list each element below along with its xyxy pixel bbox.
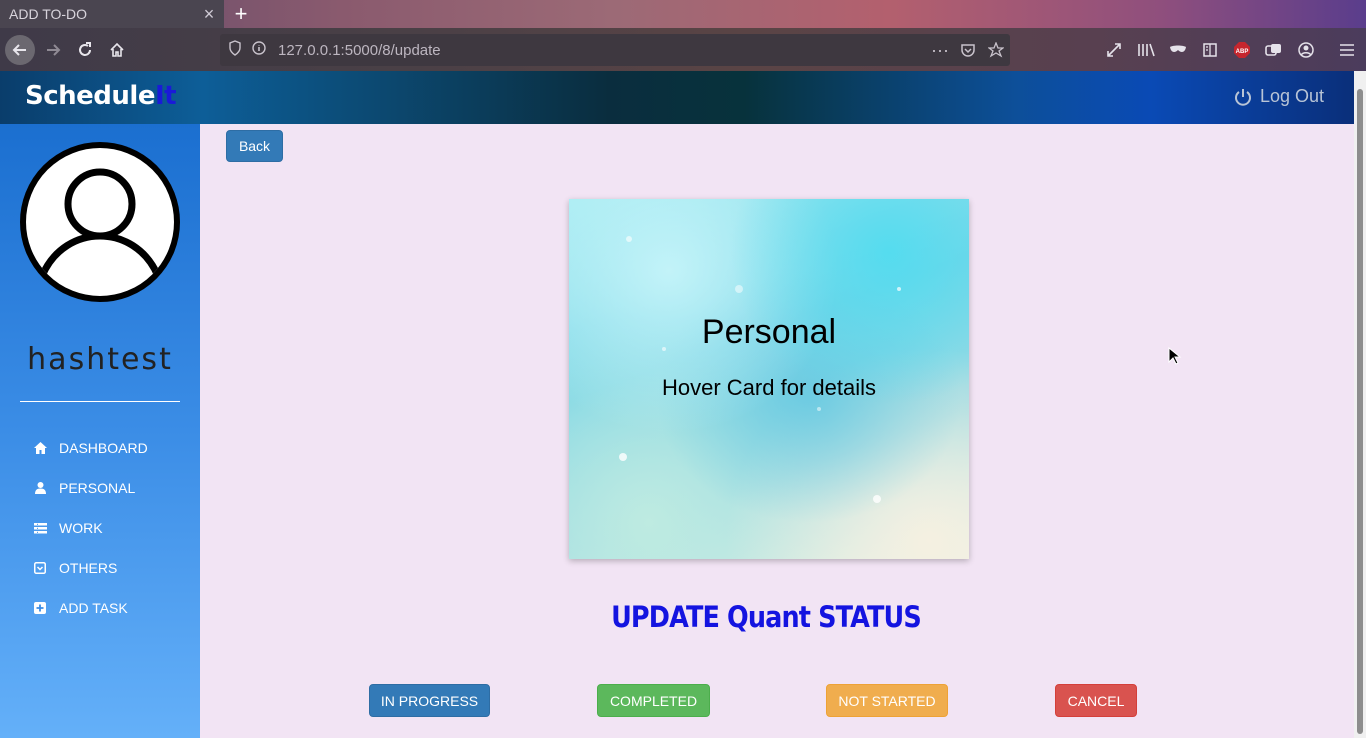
- sidebar-item-add-task[interactable]: ADD TASK: [0, 588, 200, 628]
- sidebar-item-label: PERSONAL: [59, 480, 136, 496]
- browser-tab-bar: ADD TO-DO × +: [0, 0, 1366, 28]
- page-actions-icon[interactable]: ···: [926, 40, 954, 61]
- sidebar-menu: DASHBOARD PERSONAL WORK OTHERS ADD TASK: [0, 428, 200, 628]
- completed-button[interactable]: COMPLETED: [597, 684, 710, 717]
- account-icon[interactable]: [1292, 35, 1320, 65]
- sidebar-item-label: OTHERS: [59, 560, 118, 576]
- brand-logo[interactable]: ScheduleIt: [25, 81, 177, 111]
- plus-square-icon: [33, 601, 47, 615]
- power-icon: [1234, 88, 1251, 106]
- private-mask-icon[interactable]: [1164, 35, 1192, 65]
- pocket-icon[interactable]: [954, 42, 982, 58]
- tab-close-icon[interactable]: ×: [194, 4, 224, 25]
- address-bar[interactable]: 127.0.0.1:5000/8/update ···: [220, 34, 1010, 66]
- category-card[interactable]: Personal Hover Card for details: [569, 199, 969, 559]
- user-avatar-icon: [38, 168, 162, 278]
- back-arrow-icon[interactable]: [5, 35, 35, 65]
- home-icon[interactable]: [102, 35, 132, 65]
- tab-title: ADD TO-DO: [9, 6, 88, 22]
- browser-tab[interactable]: ADD TO-DO ×: [0, 0, 224, 28]
- mouse-cursor-icon: [1168, 347, 1182, 365]
- in-progress-button[interactable]: IN PROGRESS: [369, 684, 490, 717]
- hamburger-menu-icon[interactable]: [1333, 35, 1361, 65]
- brand-main: Schedule: [25, 81, 155, 111]
- sidebar: hashtest DASHBOARD PERSONAL WORK OTHERS: [0, 124, 200, 738]
- list-icon: [33, 521, 47, 535]
- logout-button[interactable]: Log Out: [1234, 86, 1324, 107]
- sidebar-divider: [20, 401, 180, 402]
- avatar: [20, 142, 180, 302]
- fullscreen-icon[interactable]: [1100, 35, 1128, 65]
- sidebar-item-dashboard[interactable]: DASHBOARD: [0, 428, 200, 468]
- home-icon: [33, 441, 47, 455]
- info-icon[interactable]: [252, 41, 270, 59]
- page-scrollbar[interactable]: [1354, 71, 1366, 738]
- svg-text:ABP: ABP: [1236, 49, 1249, 55]
- back-button[interactable]: Back: [226, 130, 283, 162]
- reader-view-icon[interactable]: [1196, 35, 1224, 65]
- username: hashtest: [27, 342, 173, 377]
- inbox-icon: [33, 561, 47, 575]
- reload-icon[interactable]: [70, 35, 100, 65]
- bookmark-star-icon[interactable]: [982, 42, 1010, 58]
- sidebar-item-label: ADD TASK: [59, 600, 128, 616]
- adblock-icon[interactable]: ABP: [1228, 35, 1256, 65]
- browser-toolbar: 127.0.0.1:5000/8/update ··· ABP: [0, 28, 1366, 71]
- card-subtitle: Hover Card for details: [662, 375, 876, 400]
- forward-arrow-icon[interactable]: [38, 35, 68, 65]
- scrollbar-thumb[interactable]: [1357, 89, 1363, 734]
- not-started-button[interactable]: NOT STARTED: [826, 684, 948, 717]
- sidebar-item-work[interactable]: WORK: [0, 508, 200, 548]
- url-text[interactable]: 127.0.0.1:5000/8/update: [278, 42, 926, 59]
- app-header: ScheduleIt Log Out: [0, 71, 1354, 124]
- user-icon: [33, 481, 47, 495]
- shield-icon[interactable]: [228, 40, 246, 60]
- brand-accent: It: [154, 81, 177, 111]
- extension-icon[interactable]: [1260, 35, 1288, 65]
- card-title: Personal: [701, 313, 837, 351]
- sidebar-item-personal[interactable]: PERSONAL: [0, 468, 200, 508]
- new-tab-button[interactable]: +: [230, 0, 252, 28]
- library-icon[interactable]: [1132, 35, 1160, 65]
- update-status-heading: UPDATE Quant STATUS: [611, 600, 922, 634]
- sidebar-item-label: DASHBOARD: [59, 440, 148, 456]
- sidebar-item-label: WORK: [59, 520, 103, 536]
- cancel-button[interactable]: CANCEL: [1055, 684, 1137, 717]
- sidebar-item-others[interactable]: OTHERS: [0, 548, 200, 588]
- logout-label: Log Out: [1259, 86, 1324, 106]
